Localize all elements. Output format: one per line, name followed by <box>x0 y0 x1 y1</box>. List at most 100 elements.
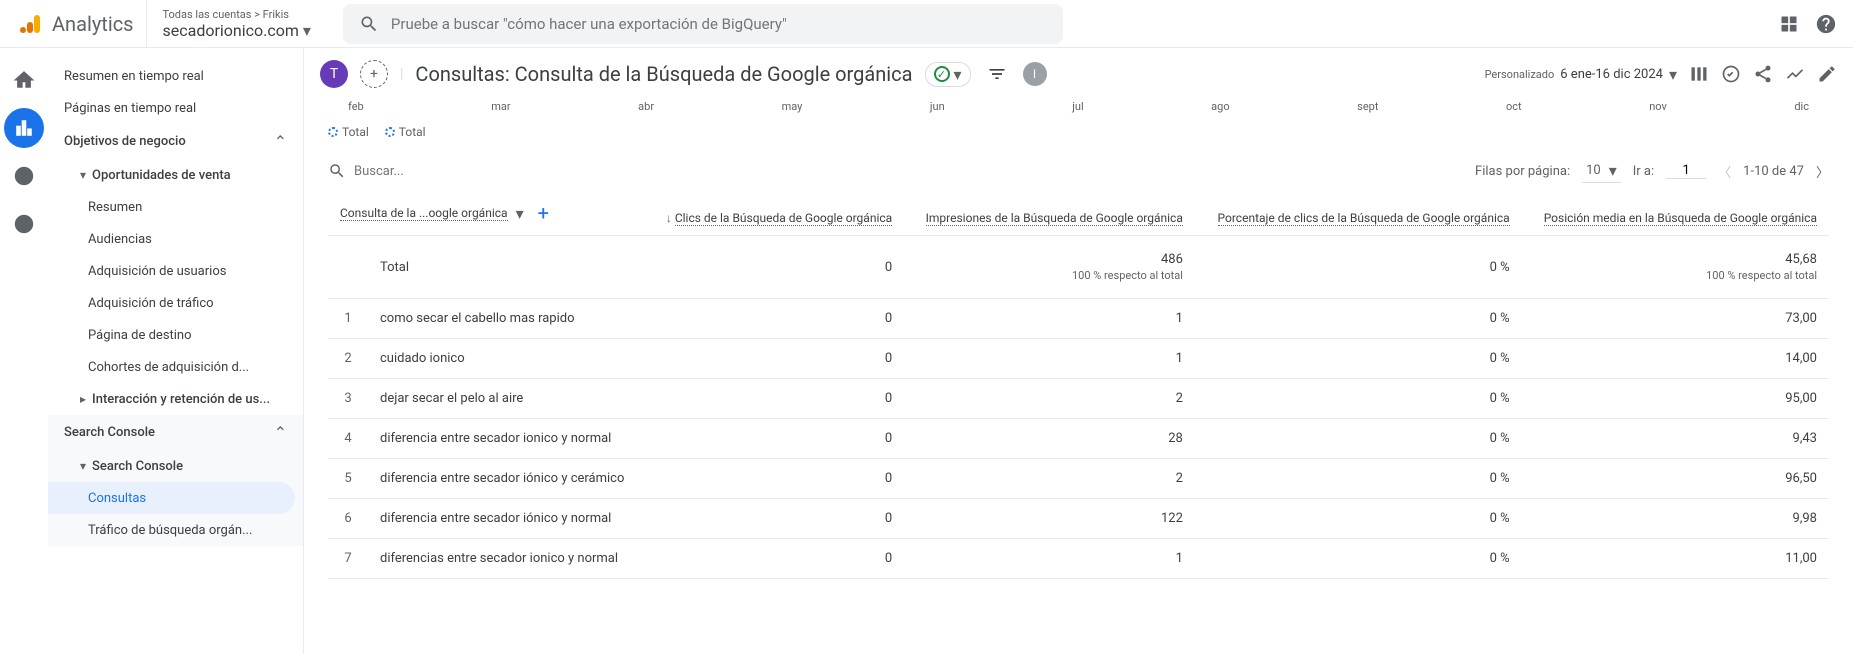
search-input[interactable] <box>391 15 1047 33</box>
table-search[interactable] <box>328 162 1463 180</box>
filter-icon[interactable] <box>983 60 1011 88</box>
table-row[interactable]: 3 dejar secar el pelo al aire 0 2 0 % 95… <box>328 379 1829 419</box>
analytics-logo[interactable]: Analytics <box>8 12 146 36</box>
goto-label: Ir a: <box>1633 164 1654 179</box>
legend-label: Total <box>342 125 369 139</box>
table-row[interactable]: 2 cuidado ionico 0 1 0 % 14,00 <box>328 339 1829 379</box>
status-pill[interactable]: ✓ ▾ <box>925 62 971 87</box>
insights-icon[interactable] <box>1721 64 1741 84</box>
apps-icon[interactable] <box>1779 14 1799 34</box>
sidebar-search-console-group[interactable]: Search Console ⌃ <box>48 415 303 450</box>
add-tab-button[interactable]: + <box>360 60 388 88</box>
value: 486 <box>1161 252 1183 267</box>
subtext: 100 % respecto al total <box>1534 269 1817 282</box>
chart-area: feb mar abr may jun jul ago sept oct nov… <box>304 100 1853 151</box>
chevron-down-icon: ▾ <box>80 168 86 182</box>
sort-arrow-icon: ↓ <box>666 211 672 225</box>
pager-controls: Filas por página: 10▾ Ir a: 〈 1-10 de 47… <box>1475 159 1829 183</box>
row-query: diferencia entre secador iónico y normal <box>368 499 645 539</box>
row-ctr: 0 % <box>1195 379 1522 419</box>
row-query: como secar el cabello mas rapido <box>368 299 645 339</box>
tab-indicator[interactable]: T <box>320 60 348 88</box>
col-clicks[interactable]: ↓ Clics de la Búsqueda de Google orgánic… <box>645 191 904 236</box>
month-label: oct <box>1506 100 1522 113</box>
table-controls: Filas por página: 10▾ Ir a: 〈 1-10 de 47… <box>328 151 1829 191</box>
dropdown-icon: ▾ <box>1609 161 1617 180</box>
sidebar-item-cohortes[interactable]: Cohortes de adquisición d... <box>48 351 303 383</box>
row-index: 1 <box>328 299 368 339</box>
sidebar-item-adq-trafico[interactable]: Adquisición de tráfico <box>48 287 303 319</box>
next-page-button[interactable]: 〉 <box>1816 162 1829 181</box>
sidebar-item-resumen[interactable]: Resumen <box>48 191 303 223</box>
month-label: feb <box>348 100 364 113</box>
goto-input[interactable] <box>1666 163 1706 179</box>
sidebar-realtime-summary[interactable]: Resumen en tiempo real <box>48 60 303 92</box>
total-ctr: 0 % <box>1195 236 1522 299</box>
rail-home[interactable] <box>4 60 44 100</box>
prev-page-button[interactable]: 〈 <box>1718 162 1731 181</box>
sidebar-sales-opportunities[interactable]: ▾ Oportunidades de venta <box>48 159 303 191</box>
share-icon[interactable] <box>1753 64 1773 84</box>
sidebar-item-pagina-destino[interactable]: Página de destino <box>48 319 303 351</box>
table-search-input[interactable] <box>354 164 520 179</box>
help-icon[interactable] <box>1815 13 1837 35</box>
row-position: 95,00 <box>1522 379 1829 419</box>
table-row[interactable]: 4 diferencia entre secador ionico y norm… <box>328 419 1829 459</box>
col-position[interactable]: Posición media en la Búsqueda de Google … <box>1522 191 1829 236</box>
table-row[interactable]: 6 diferencia entre secador iónico y norm… <box>328 499 1829 539</box>
dimension-header[interactable]: Consulta de la ...oogle orgánica ▾ + <box>328 191 645 236</box>
search-bar[interactable] <box>343 4 1063 44</box>
sidebar-label: Oportunidades de venta <box>92 168 231 183</box>
date-range-value: 6 ene-16 dic 2024 <box>1560 67 1663 82</box>
sidebar-item-consultas[interactable]: Consultas <box>48 482 295 514</box>
account-picker[interactable]: Todas las cuentas > Frikis secadorionico… <box>146 0 327 47</box>
rail-advertising[interactable] <box>4 204 44 244</box>
user-avatar[interactable]: I <box>1023 62 1047 86</box>
sidebar-realtime-pages[interactable]: Páginas en tiempo real <box>48 92 303 124</box>
chevron-right-icon: ▸ <box>80 392 86 406</box>
row-ctr: 0 % <box>1195 339 1522 379</box>
sidebar-item-trafico-organico[interactable]: Tráfico de búsqueda orgán... <box>48 514 303 546</box>
sidebar-label: Search Console <box>92 459 183 474</box>
add-dimension-button[interactable]: + <box>532 201 555 225</box>
trend-icon[interactable] <box>1785 64 1805 84</box>
month-label: ago <box>1211 100 1229 113</box>
date-label: Personalizado <box>1485 68 1555 81</box>
value: 45,68 <box>1785 252 1817 267</box>
row-impressions: 1 <box>904 299 1195 339</box>
legend-item[interactable]: Total <box>328 125 369 139</box>
sidebar-item-adq-usuarios[interactable]: Adquisición de usuarios <box>48 255 303 287</box>
col-label: Clics de la Búsqueda de Google orgánica <box>675 211 892 226</box>
edit-icon[interactable] <box>1817 64 1837 84</box>
row-clicks: 0 <box>645 379 904 419</box>
chart-legend: Total Total <box>328 121 1829 151</box>
property-name: secadorionico.com <box>163 21 299 40</box>
row-index: 2 <box>328 339 368 379</box>
row-impressions: 2 <box>904 379 1195 419</box>
check-icon: ✓ <box>934 66 950 82</box>
row-position: 73,00 <box>1522 299 1829 339</box>
row-clicks: 0 <box>645 419 904 459</box>
table-row[interactable]: 7 diferencias entre secador ionico y nor… <box>328 539 1829 579</box>
rows-per-page-select[interactable]: 10▾ <box>1582 159 1621 183</box>
dropdown-icon: ▾ <box>303 21 311 40</box>
row-clicks: 0 <box>645 299 904 339</box>
table-row[interactable]: 5 diferencia entre secador iónico y cerá… <box>328 459 1829 499</box>
sidebar-label: Search Console <box>64 425 155 440</box>
col-ctr[interactable]: Porcentaje de clics de la Búsqueda de Go… <box>1195 191 1522 236</box>
row-ctr: 0 % <box>1195 459 1522 499</box>
rail-reports[interactable] <box>4 108 44 148</box>
sidebar-business-objectives[interactable]: Objetivos de negocio ⌃ <box>48 124 303 159</box>
sidebar-item-audiencias[interactable]: Audiencias <box>48 223 303 255</box>
sidebar-search-console[interactable]: ▾Search Console <box>48 450 303 482</box>
action-icons <box>1689 64 1837 84</box>
dropdown-icon: ▾ <box>1669 65 1677 84</box>
compare-icon[interactable] <box>1689 64 1709 84</box>
table-row[interactable]: 1 como secar el cabello mas rapido 0 1 0… <box>328 299 1829 339</box>
rail-explore[interactable] <box>4 156 44 196</box>
month-label: jun <box>930 100 945 113</box>
date-range-picker[interactable]: Personalizado 6 ene-16 dic 2024 ▾ <box>1485 65 1677 84</box>
sidebar-interaccion[interactable]: ▸Interacción y retención de us... <box>48 383 303 415</box>
legend-item[interactable]: Total <box>385 125 426 139</box>
col-impressions[interactable]: Impresiones de la Búsqueda de Google org… <box>904 191 1195 236</box>
